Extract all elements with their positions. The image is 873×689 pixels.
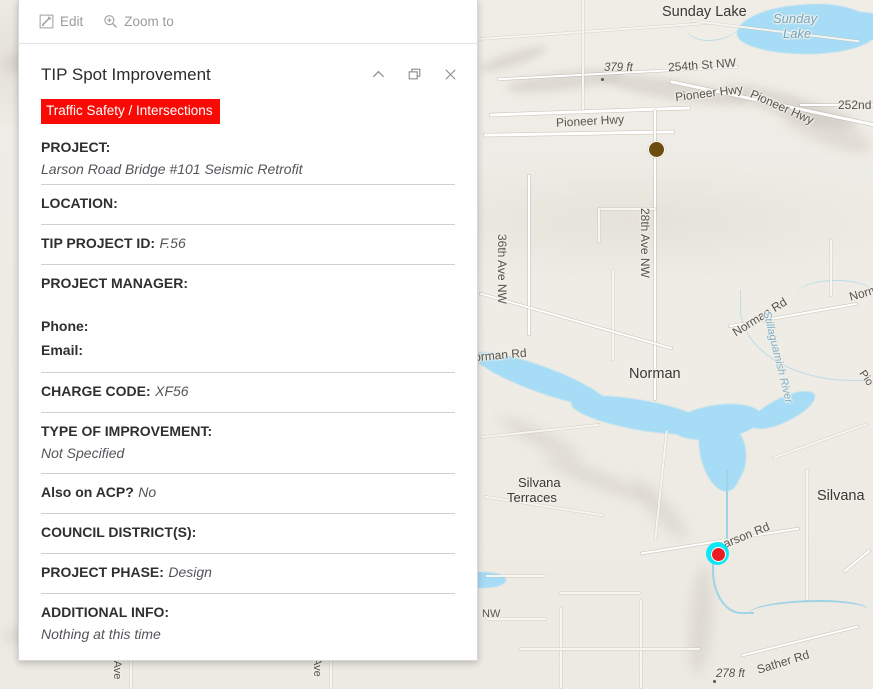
- field-also-on-acp: Also on ACP? No: [41, 472, 455, 513]
- popup-header-controls: [366, 60, 463, 87]
- field-additional-info: ADDITIONAL INFO: Nothing at this time: [41, 592, 455, 654]
- popup-header: TIP Spot Improvement: [19, 44, 477, 87]
- collapse-chevron-up-icon[interactable]: [366, 62, 391, 87]
- popup-content: Traffic Safety / Intersections PROJECT: …: [19, 87, 477, 660]
- field-label: TYPE OF IMPROVEMENT:: [41, 422, 213, 439]
- road-minor: [130, 660, 132, 689]
- field-council-districts: COUNCIL DISTRICT(S):: [41, 512, 455, 553]
- road-minor: [640, 600, 642, 688]
- map-marker-project[interactable]: [648, 141, 665, 158]
- field-email: Email:: [41, 341, 84, 358]
- field-value: XF56: [155, 382, 189, 399]
- field-label: CHARGE CODE:: [41, 382, 151, 399]
- field-phone: Phone:: [41, 317, 89, 334]
- road-minor: [486, 575, 546, 577]
- magnifier-plus-icon: [103, 14, 118, 29]
- edit-label: Edit: [60, 14, 84, 29]
- map-label-28th-ave-nw: 28th Ave NW: [638, 208, 652, 278]
- field-type-of-improvement: TYPE OF IMPROVEMENT: Not Specified: [41, 411, 455, 473]
- field-value: Design: [168, 563, 212, 580]
- field-project-manager: PROJECT MANAGER: Phone: Email:: [41, 263, 455, 372]
- field-label: ADDITIONAL INFO:: [41, 603, 170, 620]
- dock-window-icon[interactable]: [402, 62, 427, 87]
- field-label: Also on ACP?: [41, 483, 134, 500]
- field-label: TIP PROJECT ID:: [41, 234, 156, 251]
- elevation-point: [713, 680, 716, 683]
- map-marker-selected-project[interactable]: [711, 547, 726, 562]
- road-minor: [598, 208, 600, 242]
- map-label-36th-ave-nw: 36th Ave NW: [495, 234, 509, 304]
- field-value: Larson Road Bridge #101 Seismic Retrofit: [41, 160, 303, 177]
- map-label-silvana-terraces: Silvana: [518, 475, 561, 490]
- road-minor: [806, 470, 808, 600]
- map-label-sunday-lake-water: Lake: [783, 26, 812, 41]
- field-tip-project-id: TIP PROJECT ID: F.56: [41, 223, 455, 264]
- map-label-sunday-lake: Sunday Lake: [662, 4, 747, 20]
- status-badge-category: Traffic Safety / Intersections: [41, 99, 220, 124]
- road-36th-ave-nw: [528, 175, 530, 335]
- pencil-edit-icon: [39, 14, 54, 29]
- road-minor: [560, 592, 640, 594]
- road-minor: [830, 240, 832, 296]
- popup-title: TIP Spot Improvement: [41, 65, 211, 84]
- road-minor: [582, 0, 584, 110]
- road-minor: [330, 660, 332, 689]
- road-minor: [520, 648, 700, 650]
- field-value: Not Specified: [41, 444, 125, 461]
- map-label-elevation-278: 278 ft: [716, 668, 745, 680]
- field-value: No: [138, 483, 157, 500]
- map-label-norman: Norman: [629, 366, 681, 382]
- edit-button[interactable]: Edit: [39, 14, 83, 29]
- map-label-silvana: Silvana: [817, 488, 865, 504]
- zoom-to-label: Zoom to: [124, 14, 174, 29]
- popup-action-bar: Edit Zoom to: [19, 0, 477, 44]
- road-minor: [612, 270, 614, 360]
- field-label: COUNCIL DISTRICT(S):: [41, 523, 197, 540]
- map-label-ave-nw-clipped: NW: [482, 608, 501, 620]
- map-label-sunday-lake-water: Sunday: [773, 11, 818, 26]
- feature-popup-panel: Edit Zoom to TIP Spot Improvement Traffi…: [18, 0, 478, 661]
- zoom-to-button[interactable]: Zoom to: [103, 14, 174, 29]
- field-label: PROJECT PHASE:: [41, 563, 164, 580]
- map-label-252nd-st: 252nd S: [838, 98, 873, 112]
- field-value: Nothing at this time: [41, 625, 161, 642]
- field-value: F.56: [159, 234, 186, 251]
- field-label: LOCATION:: [41, 194, 118, 211]
- field-label: PROJECT MANAGER:: [41, 274, 189, 291]
- field-label: PROJECT:: [41, 138, 111, 155]
- map-label-elevation-379: 379 ft: [604, 62, 633, 74]
- map-label-silvana-terraces: Terraces: [507, 490, 557, 505]
- field-project: PROJECT: Larson Road Bridge #101 Seismic…: [41, 129, 455, 184]
- water-river: [720, 430, 746, 482]
- field-location: LOCATION:: [41, 183, 455, 224]
- field-project-phase: PROJECT PHASE: Design: [41, 552, 455, 593]
- map-application: Sunday Lake Sunday Lake 379 ft 254th St …: [0, 0, 873, 689]
- field-charge-code: CHARGE CODE: XF56: [41, 371, 455, 412]
- field-value: [41, 294, 455, 314]
- elevation-point: [601, 78, 604, 81]
- close-icon[interactable]: [438, 62, 463, 87]
